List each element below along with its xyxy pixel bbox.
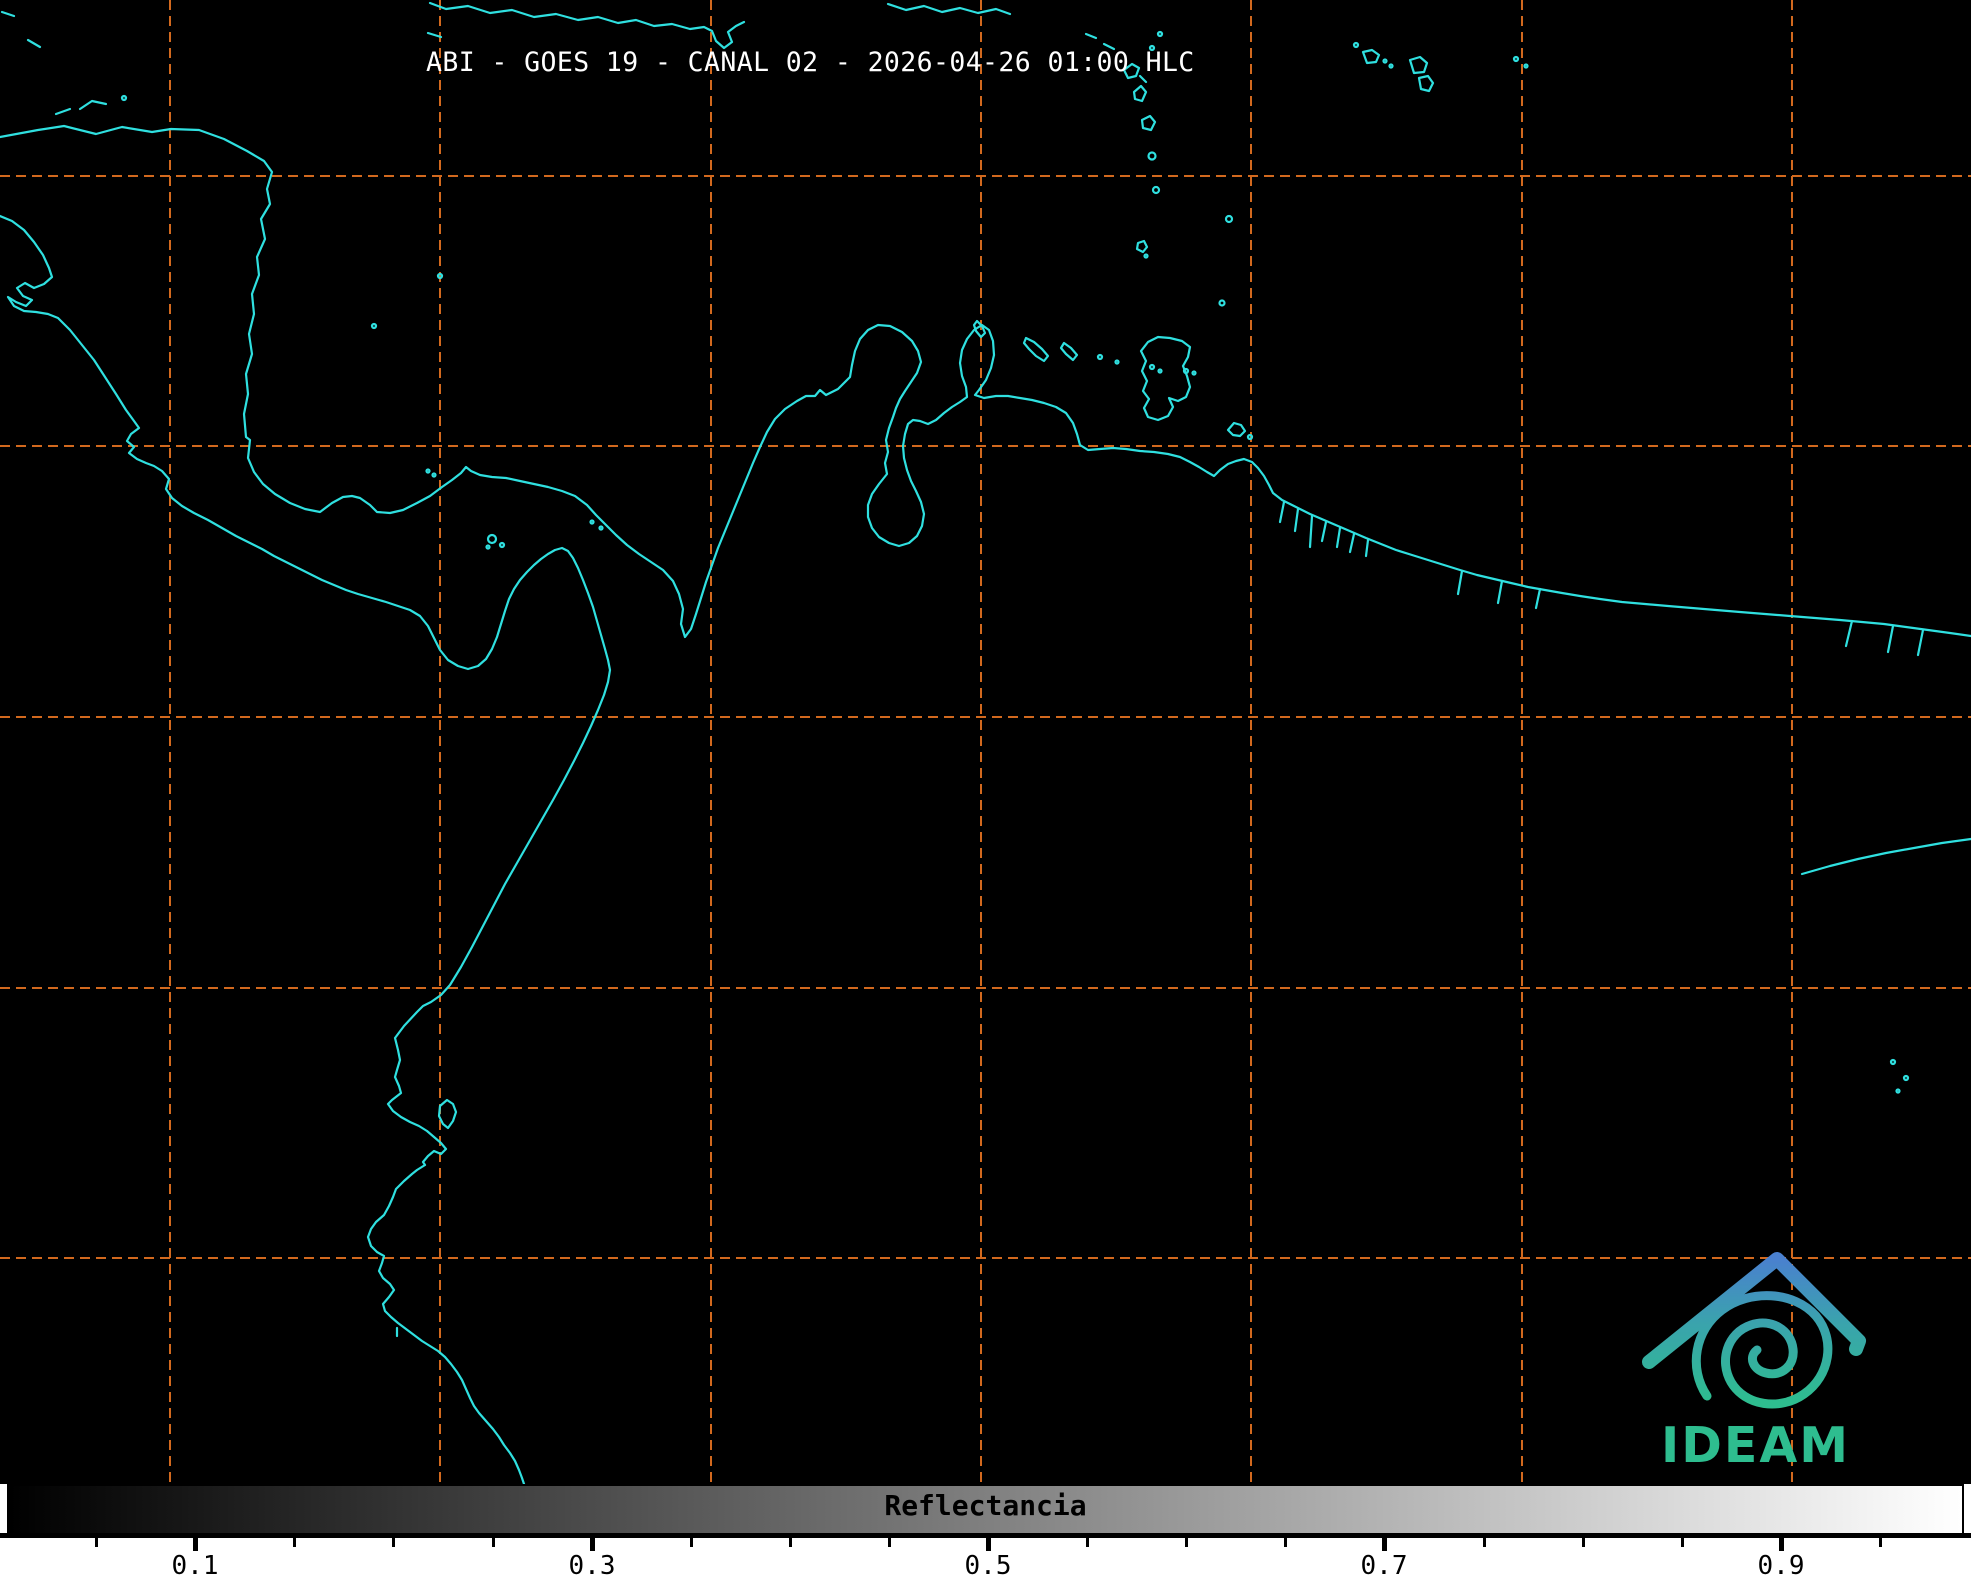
- island-dot: [1384, 60, 1387, 63]
- lake-gatun-speck: [433, 474, 436, 477]
- colorbar-minor-tick: [392, 1538, 395, 1547]
- logo-spiral-icon: [1696, 1296, 1828, 1404]
- pearl-islands: [488, 535, 496, 543]
- colorbar-tick-label: 0.5: [965, 1551, 1012, 1577]
- island-dot: [1514, 57, 1518, 61]
- antilles-grenada: [1137, 241, 1147, 252]
- colorbar-minor-tick: [1681, 1538, 1684, 1547]
- island-dot: [1150, 365, 1154, 369]
- island-margarita: [1228, 423, 1245, 436]
- island-dot: [1904, 1076, 1908, 1080]
- island-dot: [1158, 32, 1162, 36]
- map-title: ABI - GOES 19 - CANAL 02 - 2026-04-26 01…: [426, 47, 1195, 78]
- satellite-map-area: IDEAM ABI - GOES 19 - CANAL 02 - 2026-04…: [0, 0, 1971, 1484]
- colorbar-label: Reflectancia: [0, 1489, 1971, 1522]
- island-dot: [1159, 370, 1162, 373]
- island-dot: [1098, 355, 1102, 359]
- colorbar-major-tick: [986, 1538, 991, 1551]
- island-aruba: [974, 321, 985, 337]
- island-trinidad: [1141, 337, 1190, 420]
- colorbar-minor-tick: [293, 1538, 296, 1547]
- colorbar-minor-tick: [1086, 1538, 1089, 1547]
- colorbar-major-tick: [1382, 1538, 1387, 1551]
- river-mouth-strokes: [1280, 502, 1923, 655]
- colorbar-major-tick: [1779, 1538, 1784, 1551]
- antilles-martinique: [1142, 116, 1155, 130]
- island-dot: [1116, 361, 1119, 364]
- lake-gatun-speck: [427, 470, 430, 473]
- island-dot: [1525, 65, 1528, 68]
- island-dot: [1193, 372, 1196, 375]
- island-dot: [1897, 1090, 1900, 1093]
- colorbar-tick-label: 0.9: [1758, 1551, 1805, 1577]
- island-dot: [1354, 43, 1358, 47]
- coastlines: [0, 3, 1971, 1484]
- logo-wordmark: IDEAM: [1661, 1417, 1850, 1474]
- island-fragments-top-left: [2, 12, 441, 47]
- antilles-dominica: [1134, 86, 1146, 101]
- colorbar-tick-label: 0.3: [569, 1551, 616, 1577]
- colorbar-major-tick: [193, 1538, 198, 1551]
- colorbar-minor-tick: [888, 1538, 891, 1547]
- antilles-st-lucia: [1149, 153, 1156, 160]
- coastline-bottom-right: [1802, 839, 1971, 874]
- colorbar-minor-tick: [95, 1538, 98, 1547]
- island-dot: [122, 96, 126, 100]
- colorbar-tick-label: 0.1: [172, 1551, 219, 1577]
- colorbar-minor-tick: [1483, 1538, 1486, 1547]
- island-dot: [1145, 255, 1148, 258]
- island-dot: [591, 521, 594, 524]
- island-dot: [1390, 65, 1393, 68]
- coastline-hispaniola: [430, 3, 744, 48]
- bay-islands: [56, 101, 106, 114]
- colorbar-minor-tick: [690, 1538, 693, 1547]
- colorbar-minor-tick: [789, 1538, 792, 1547]
- colorbar-minor-tick: [492, 1538, 495, 1547]
- island-curacao: [1024, 338, 1048, 361]
- island-dot: [487, 546, 490, 549]
- island-san-andres: [372, 324, 376, 328]
- colorbar-minor-tick: [1879, 1538, 1882, 1547]
- island-puna: [439, 1100, 456, 1128]
- island-dot: [500, 543, 504, 547]
- island-bonaire: [1061, 343, 1077, 360]
- colorbar-minor-tick: [1185, 1538, 1188, 1547]
- northeast-islands: [1363, 50, 1433, 91]
- antilles-barbados: [1226, 216, 1232, 222]
- colorbar-minor-tick: [1582, 1538, 1585, 1547]
- coastline-caribbean-mainland: [0, 126, 1971, 637]
- colorbar-minor-tick: [1284, 1538, 1287, 1547]
- island-dot: [600, 527, 603, 530]
- antilles-tobago: [1220, 301, 1225, 306]
- goes-satellite-product: IDEAM ABI - GOES 19 - CANAL 02 - 2026-04…: [0, 0, 1971, 1577]
- colorbar-tick-row: 0.1 0.3 0.5 0.7 0.9: [0, 1538, 1971, 1577]
- colorbar-tick-label: 0.7: [1361, 1551, 1408, 1577]
- ideam-logo: IDEAM: [1649, 1259, 1859, 1474]
- antilles-st-vincent: [1153, 187, 1159, 193]
- island-dot: [1891, 1060, 1895, 1064]
- latlon-grid: [0, 0, 1971, 1484]
- coastline-puerto-rico: [888, 4, 1010, 14]
- colorbar-major-tick: [590, 1538, 595, 1551]
- satellite-map-svg: IDEAM: [0, 0, 1971, 1484]
- coastline-pacific-mainland: [0, 216, 610, 1484]
